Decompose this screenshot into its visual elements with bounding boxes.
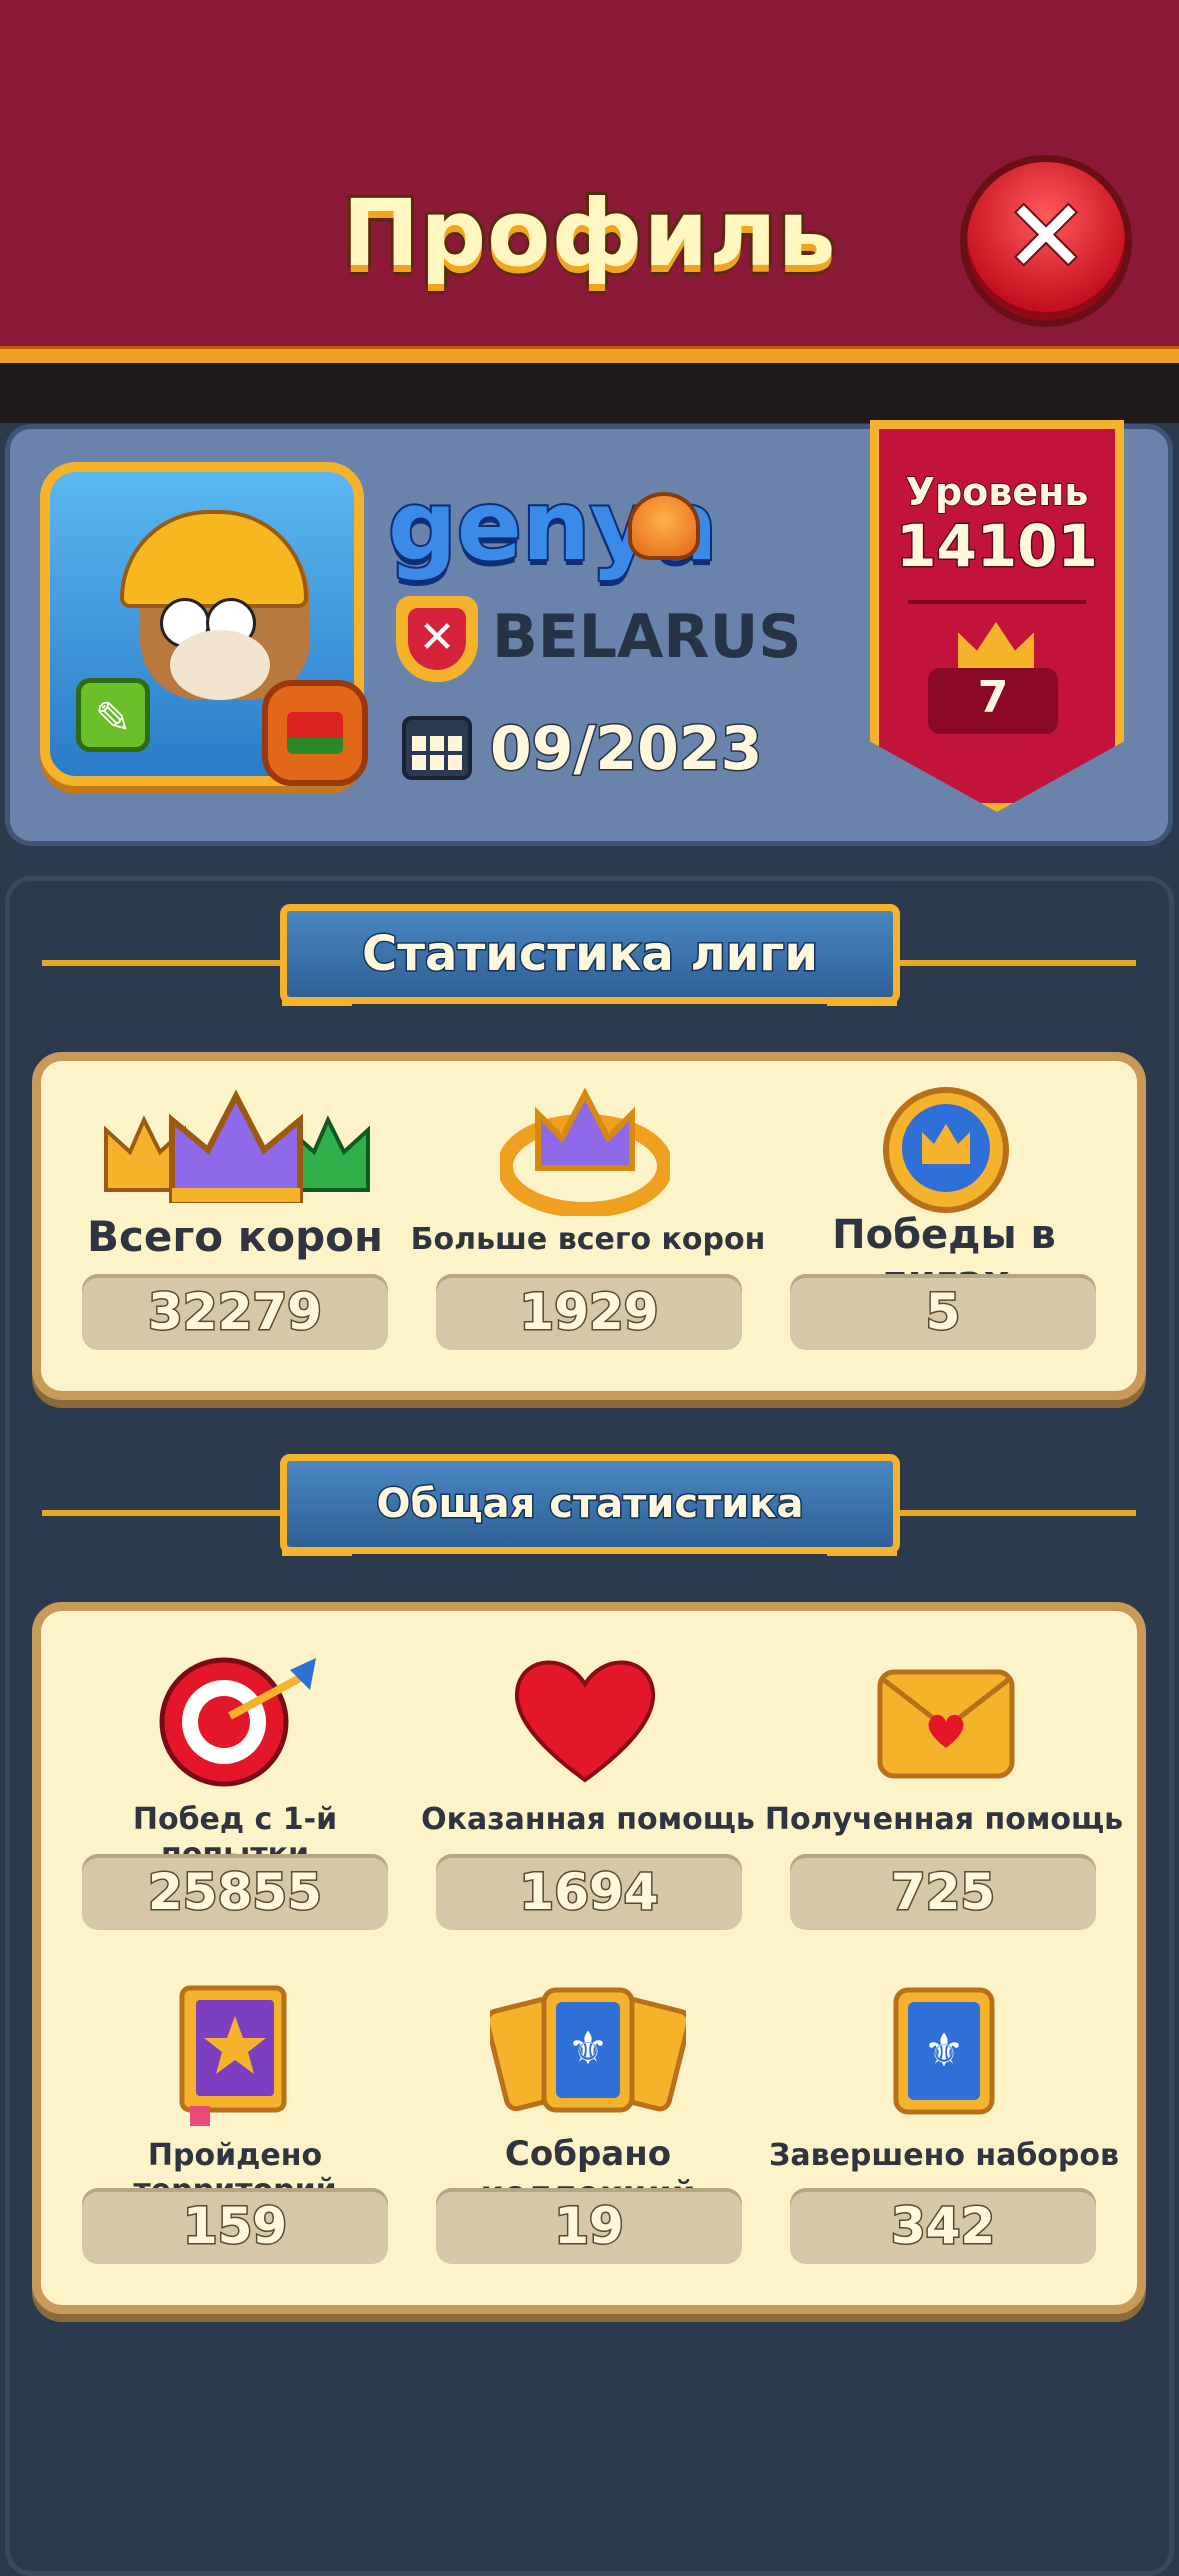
book-icon — [179, 1985, 287, 2126]
laurel-crown-icon — [500, 1088, 670, 1216]
ribbon-line — [900, 960, 1136, 966]
sets-label: Завершено наборов — [769, 2138, 1119, 2173]
svg-text:⚜: ⚜ — [923, 2023, 964, 2077]
total-crowns-value: 32279 — [82, 1274, 388, 1350]
total-crowns-label: Всего корон — [86, 1212, 384, 1261]
cards-icon: ⚜ — [490, 1987, 686, 2113]
collections-value: 19 — [436, 2188, 742, 2264]
territories-value: 159 — [82, 2188, 388, 2264]
edit-icon: ✎ — [94, 693, 132, 744]
first-try-wins-value: 25855 — [82, 1854, 388, 1930]
flag-badge — [262, 680, 368, 786]
crown-count: 7 — [977, 672, 1009, 723]
envelope-icon — [877, 1669, 1015, 1779]
sets-value: 342 — [790, 2188, 1096, 2264]
join-date: 09/2023 — [488, 713, 763, 786]
crown-medal-icon — [883, 1087, 1009, 1213]
crowns-icon — [104, 1090, 370, 1203]
help-received-label: Полученная помощь — [764, 1802, 1124, 1837]
general-stats-title: Общая статистика — [280, 1454, 900, 1554]
header-shadow — [0, 363, 1179, 423]
team-shield-icon: ✕ — [396, 596, 478, 682]
svg-text:⚜: ⚜ — [567, 2021, 608, 2075]
target-icon — [159, 1657, 316, 1787]
help-received-value: 725 — [790, 1854, 1096, 1930]
most-crowns-label: Больше всего корон — [410, 1222, 766, 1257]
help-given-label: Оказанная помощь — [421, 1802, 755, 1837]
level-divider — [908, 600, 1086, 604]
ribbon-line — [900, 1510, 1136, 1516]
belarus-flag-icon — [287, 712, 343, 754]
calendar-icon — [402, 716, 472, 780]
league-stats-title: Статистика лиги — [280, 904, 900, 1004]
ribbon-line — [42, 1510, 282, 1516]
close-icon: ✕ — [1002, 178, 1090, 295]
card-icon: ⚜ — [893, 1987, 995, 2115]
level-label: Уровень — [905, 469, 1090, 515]
most-crowns-value: 1929 — [436, 1274, 742, 1350]
country-name: BELARUS — [492, 602, 802, 672]
edit-avatar-button[interactable]: ✎ — [76, 678, 150, 752]
level-value: 14101 — [895, 511, 1100, 582]
heart-icon — [515, 1660, 655, 1783]
shell-icon — [628, 492, 700, 560]
close-button[interactable]: ✕ — [960, 155, 1132, 327]
league-wins-value: 5 — [790, 1274, 1096, 1350]
help-given-value: 1694 — [436, 1854, 742, 1930]
ribbon-line — [42, 960, 282, 966]
header-divider — [0, 346, 1179, 363]
avatar-muzzle — [170, 630, 270, 700]
